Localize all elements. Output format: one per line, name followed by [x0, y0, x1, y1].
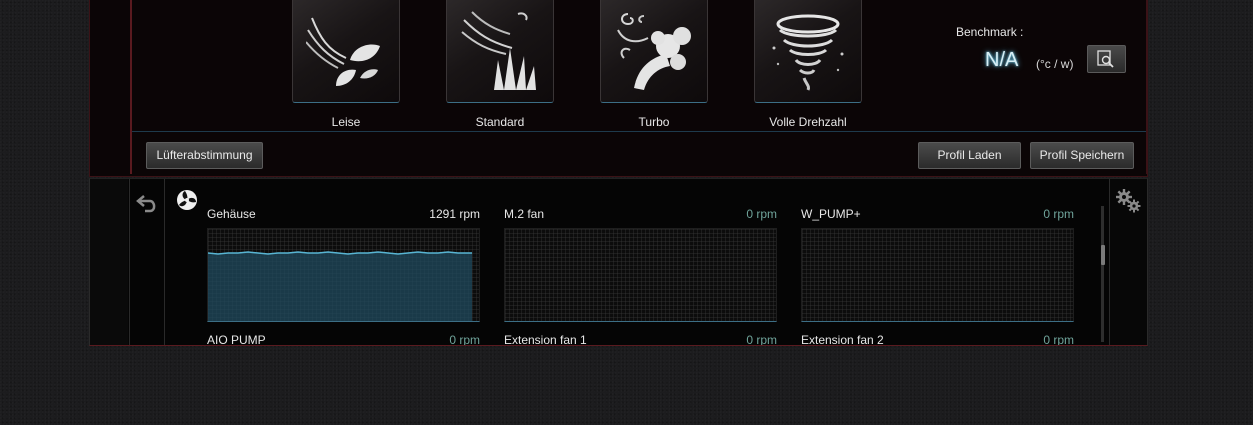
full-speed-tornado-icon [772, 14, 844, 91]
fan-tuning-button[interactable]: Lüfterabstimmung [146, 142, 263, 169]
benchmark-unit: (°c / w) [1036, 57, 1074, 71]
undo-icon[interactable] [136, 193, 158, 213]
benchmark-button[interactable] [1087, 45, 1126, 73]
fan-card-w-pump[interactable]: W_PUMP+ 0 rpm [801, 207, 1074, 323]
fan-card-extension-1[interactable]: Extension fan 1 0 rpm [504, 333, 777, 346]
fan-speed-area [208, 252, 472, 321]
save-profile-button[interactable]: Profil Speichern [1030, 142, 1134, 169]
mode-quiet-tile[interactable] [292, 0, 400, 103]
turbo-swirl-icon [617, 13, 691, 90]
fan-card-gehaeuse[interactable]: Gehäuse 1291 rpm [207, 207, 480, 323]
undo-column [129, 179, 165, 345]
mode-turbo-label: Turbo [638, 115, 670, 129]
benchmark-label: Benchmark : [956, 25, 1024, 39]
fan-rpm: 1291 rpm [429, 207, 480, 221]
mode-full-speed[interactable]: Volle Drehzahl [754, 0, 862, 129]
fan-icon [177, 190, 197, 210]
mode-full-speed-label: Volle Drehzahl [769, 115, 847, 129]
quiet-leaves-icon [306, 17, 380, 86]
fan-speed-graph [801, 228, 1074, 322]
load-profile-button[interactable]: Profil Laden [918, 142, 1021, 169]
settings-gears-icon[interactable] [1115, 188, 1143, 214]
fan-name: Gehäuse [207, 207, 256, 221]
fan-monitor-panel: Gehäuse 1291 rpm M.2 fan 0 rpm W_PUMP+ 0… [89, 178, 1148, 346]
scrollbar-thumb[interactable] [1101, 245, 1105, 265]
fan-rpm: 0 rpm [746, 207, 777, 221]
settings-column [1109, 179, 1147, 345]
fan-name: Extension fan 1 [504, 333, 587, 346]
fan-speed-graph [207, 228, 480, 322]
scrollbar-track[interactable] [1101, 206, 1104, 342]
mode-full-speed-tile[interactable] [754, 0, 862, 103]
fan-card-extension-2[interactable]: Extension fan 2 0 rpm [801, 333, 1074, 346]
fan-profile-panel: Leise Standard Turbo Volle Drehzahl Benc… [89, 0, 1148, 177]
mode-turbo[interactable]: Turbo [600, 0, 708, 129]
fan-name: M.2 fan [504, 207, 545, 221]
mode-quiet[interactable]: Leise [292, 0, 400, 129]
fan-name: AIO PUMP [207, 333, 266, 346]
mode-turbo-tile[interactable] [600, 0, 708, 103]
fan-rpm: 0 rpm [1043, 333, 1074, 346]
mode-standard-label: Standard [475, 115, 525, 129]
fan-name: W_PUMP+ [801, 207, 861, 221]
fan-rpm: 0 rpm [746, 333, 777, 346]
benchmark-value: N/A [985, 49, 1019, 71]
left-strip [90, 179, 128, 345]
profile-divider [132, 131, 1146, 132]
benchmark-search-icon [1097, 50, 1114, 68]
fan-name: Extension fan 2 [801, 333, 884, 346]
fan-rpm: 0 rpm [1043, 207, 1074, 221]
mode-standard-tile[interactable] [446, 0, 554, 103]
mode-quiet-label: Leise [331, 115, 361, 129]
fan-card-aio-pump[interactable]: AIO PUMP 0 rpm [207, 333, 480, 346]
fan-profile-inner-frame: Leise Standard Turbo Volle Drehzahl Benc… [130, 0, 1147, 174]
mode-standard[interactable]: Standard [446, 0, 554, 129]
fan-rpm: 0 rpm [449, 333, 480, 346]
fan-speed-graph [504, 228, 777, 322]
standard-grass-icon [461, 11, 536, 90]
fan-card-m2[interactable]: M.2 fan 0 rpm [504, 207, 777, 323]
